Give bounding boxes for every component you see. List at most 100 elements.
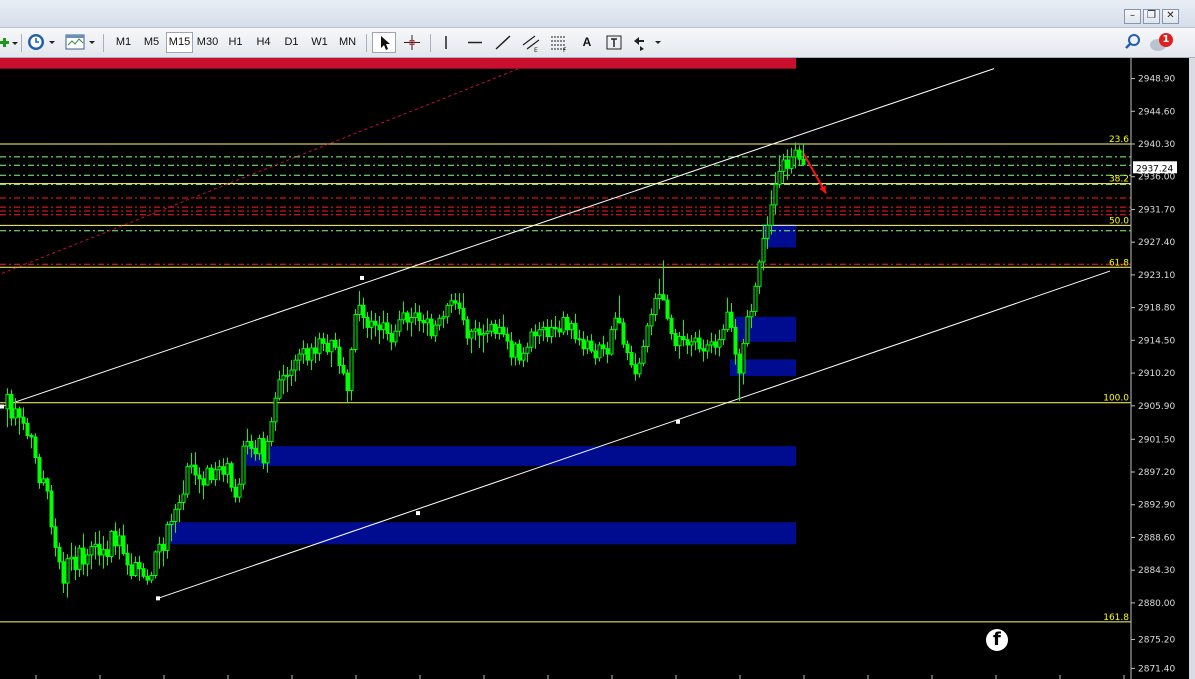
timeframe-m30[interactable]: M30 [194, 32, 221, 53]
price-tick-label: 2931.70 [1138, 205, 1175, 215]
candle-body [165, 524, 170, 551]
timeframe-m1[interactable]: M1 [110, 32, 137, 53]
candle-body [633, 364, 638, 375]
channel-upper-line[interactable] [1, 68, 995, 408]
timeframe-h4[interactable]: H4 [250, 32, 277, 53]
candle-body [373, 320, 378, 326]
candle-body [437, 317, 442, 326]
equidistant-channel-icon[interactable]: E [520, 32, 542, 54]
candle [49, 484, 54, 535]
new-order-plus-icon[interactable] [0, 32, 18, 53]
candle-body [665, 299, 670, 319]
channel-lower-line[interactable] [157, 270, 1111, 599]
candle-body [9, 393, 14, 419]
notifications-chat-icon[interactable]: 1 [1149, 32, 1175, 53]
candle-body [685, 339, 690, 346]
channel-anchor-point[interactable] [156, 596, 160, 601]
timeframe-w1[interactable]: W1 [306, 32, 333, 53]
vertical-line-icon[interactable] [436, 32, 456, 53]
trendline-icon[interactable] [492, 32, 514, 53]
candle-body [605, 348, 610, 355]
supply-demand-zone[interactable] [0, 58, 796, 69]
supply-demand-zone[interactable] [246, 446, 796, 466]
candle [525, 342, 530, 363]
candle-body [729, 311, 734, 328]
crosshair-icon[interactable] [400, 32, 424, 53]
candle [697, 329, 702, 353]
text-tool-button[interactable]: A [577, 32, 597, 53]
timeframe-d1[interactable]: D1 [278, 32, 305, 53]
candle [29, 433, 34, 449]
channel-anchor-point[interactable] [676, 419, 680, 424]
candle [429, 313, 434, 339]
close-button[interactable]: ✕ [1162, 9, 1179, 24]
candle [153, 550, 158, 579]
candle [397, 310, 402, 337]
candle-body [457, 302, 462, 309]
timeframe-m5[interactable]: M5 [138, 32, 165, 53]
horizontal-line-icon[interactable] [464, 32, 486, 53]
search-icon[interactable] [1123, 32, 1143, 53]
candle [277, 370, 282, 401]
supply-demand-zone[interactable] [734, 316, 796, 342]
templates-icon[interactable] [64, 32, 98, 53]
candle [605, 341, 610, 364]
candle-body [773, 183, 778, 206]
candle-body [493, 323, 498, 334]
candle [773, 172, 778, 215]
candle-body [201, 478, 206, 486]
channel-anchor-point[interactable] [416, 511, 420, 516]
fibonacci-level-label: 38.2 [1109, 175, 1129, 185]
candle-body [697, 337, 702, 350]
candle-body [161, 543, 166, 551]
candle-body [421, 320, 426, 324]
fibonacci-level-label: 161.8 [1103, 613, 1129, 623]
text-label-icon[interactable] [603, 32, 625, 53]
candle [645, 322, 650, 353]
candle [793, 142, 798, 169]
timeframe-h1[interactable]: H1 [222, 32, 249, 53]
candle [449, 293, 454, 313]
candle [213, 462, 218, 486]
candle [753, 282, 758, 316]
channel-anchor-point[interactable] [360, 275, 364, 280]
periodicity-clock-icon[interactable] [26, 32, 58, 53]
fibonacci-retracement-icon[interactable]: F [548, 32, 570, 54]
supply-demand-zone[interactable] [166, 522, 796, 545]
candle-body [101, 549, 106, 556]
candle-body [473, 328, 478, 332]
timeframe-m15[interactable]: M15 [166, 32, 193, 53]
arrows-shapes-icon[interactable] [631, 32, 665, 53]
candle-body [513, 343, 518, 358]
minimize-button[interactable]: – [1124, 9, 1141, 24]
candle-body [641, 345, 646, 364]
candle-body [733, 326, 738, 355]
candle [445, 303, 450, 324]
price-chart[interactable]: 23.6 38.2 50.0 61.8 100.0 161.8 2948.90 2944.6… [0, 58, 1195, 679]
timeframe-mn[interactable]: MN [334, 32, 361, 53]
candle-body [269, 421, 274, 443]
price-tick-label: 2948.90 [1138, 75, 1175, 85]
notification-count-badge: 1 [1162, 34, 1170, 45]
red-dotted-trendline[interactable] [1, 60, 539, 274]
candle [661, 260, 666, 301]
candle-body [377, 324, 382, 331]
candle-body [645, 325, 650, 347]
candle-body [781, 159, 786, 172]
candle-body [461, 307, 466, 321]
candle [585, 335, 590, 355]
candle-body [405, 312, 410, 323]
candle [477, 322, 482, 348]
cursor-arrow-icon[interactable] [372, 32, 396, 53]
candle-body [385, 322, 390, 334]
candle-body [417, 312, 422, 322]
candle [65, 554, 70, 598]
candle-body [517, 343, 522, 361]
candle-body [289, 369, 294, 376]
candle [85, 548, 90, 577]
restore-button[interactable]: ❐ [1143, 9, 1160, 24]
price-tick-label: 2901.50 [1138, 435, 1175, 445]
vertical-scrollbar[interactable] [1189, 58, 1195, 679]
candle [365, 312, 370, 339]
channel-anchor-point[interactable] [0, 404, 4, 409]
